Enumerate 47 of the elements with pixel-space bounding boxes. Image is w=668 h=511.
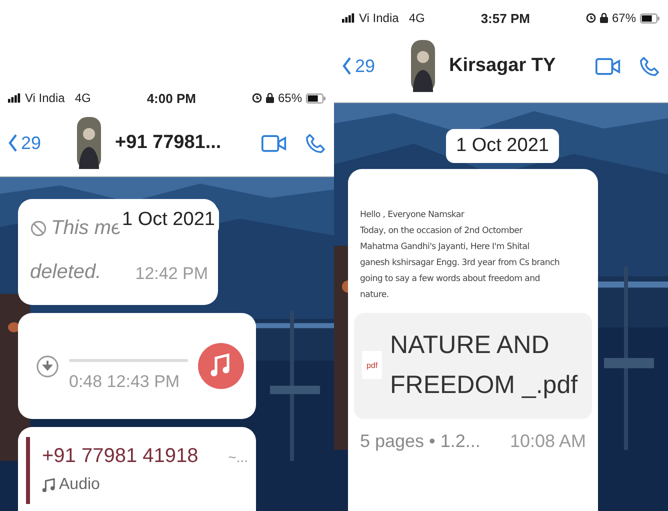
signal-icon [8,93,21,103]
file-attachment[interactable]: pdf NATURE AND FREEDOM _.pdf [354,313,592,419]
carrier-name: Vi India [359,11,399,25]
chevron-left-icon [342,57,352,75]
status-time: 4:00 PM [146,90,196,106]
message-time: 10:08 AM [510,431,586,452]
battery-percent: 67% [612,11,636,25]
music-note-icon[interactable] [198,343,244,389]
quoted-text: Audio [59,476,100,494]
message-time: 12:42 PM [135,264,208,284]
sender-number: +91 77981 41918 [42,445,198,468]
lock-icon [266,93,274,103]
deleted-message-text: deleted. [30,261,102,284]
back-button[interactable]: 29 [342,56,376,76]
phone-call-icon[interactable] [305,132,326,154]
avatar-icon[interactable] [411,40,436,92]
audio-duration-time: 0:48 12:43 PM [69,372,181,392]
file-name: NATURE AND FREEDOM _.pdf [390,330,579,401]
video-call-icon[interactable] [595,56,621,76]
file-type-icon: pdf [362,351,382,379]
status-time: 3:57 PM [480,10,530,26]
quoted-message[interactable]: +91 77981 41918 ~... Audio [26,437,248,504]
blocked-icon [30,220,47,237]
message-text: Hello , Everyone Namskar Today, on the occasion of 2nd Octomber Mahatma Gandhi's Jayanti, Here I'm Shital ganesh kshirsagar Engg. 3rd year from Cs branch going to say a few words about freedom and nature. [359,209,561,302]
video-call-icon[interactable] [261,134,287,152]
music-note-icon [42,478,55,492]
alarm-icon [252,93,262,103]
download-icon[interactable] [36,354,59,378]
chevron-left-icon [8,134,18,152]
audio-progress-track[interactable] [69,358,188,362]
phone-call-icon[interactable] [639,56,660,76]
contact-name[interactable]: +91 77981... [115,132,243,154]
battery-icon [640,12,660,24]
sender-name: ~... [228,449,248,465]
battery-icon [306,92,326,104]
network-type: 4G [74,91,91,105]
file-details: 5 pages • 1.2... [360,431,480,452]
carrier-name: Vi India [25,91,65,105]
date-pill: 1 Oct 2021 [446,129,559,163]
network-type: 4G [408,11,425,25]
signal-icon [342,13,355,23]
lock-icon [600,13,608,23]
battery-percent: 65% [278,91,302,105]
contact-name[interactable]: Kirsagar TY [449,55,577,77]
back-button[interactable]: 29 [8,132,42,154]
alarm-icon [586,13,596,23]
avatar-icon[interactable] [77,117,102,169]
